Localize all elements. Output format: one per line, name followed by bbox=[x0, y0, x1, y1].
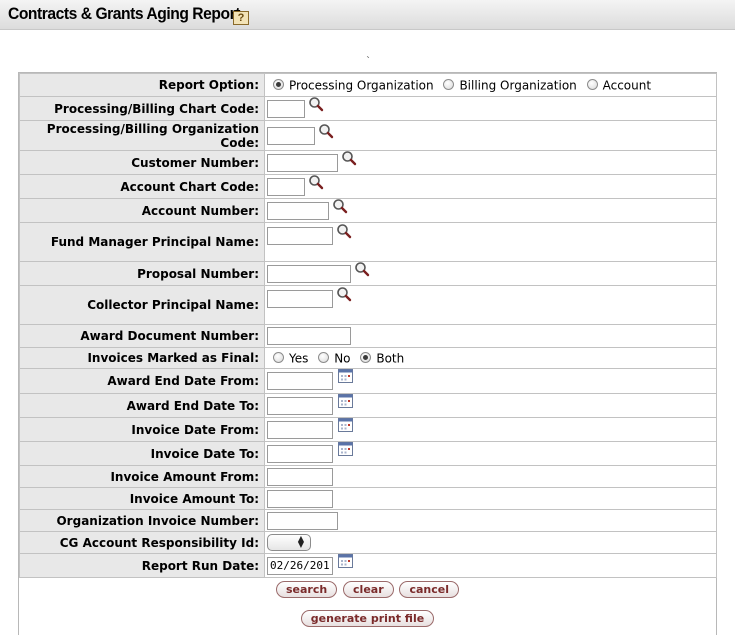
row-org-invoice-number: Organization Invoice Number: bbox=[19, 509, 717, 532]
calendar-icon[interactable] bbox=[338, 553, 353, 568]
row-invoice-amount-to: Invoice Amount To: bbox=[19, 487, 717, 510]
radio-billing-organization[interactable] bbox=[443, 78, 455, 90]
row-org-code: Processing/Billing Organization Code: bbox=[19, 120, 717, 151]
help-icon[interactable]: ? bbox=[233, 11, 249, 25]
row-report-option: Report Option: Processing Organization B… bbox=[19, 73, 717, 97]
radio-label-no: No bbox=[334, 351, 351, 366]
page-title: Contracts & Grants Aging Report bbox=[8, 4, 240, 23]
account-chart-code-input[interactable] bbox=[267, 177, 305, 196]
label-chart-code: Processing/Billing Chart Code: bbox=[19, 96, 265, 121]
radio-account[interactable] bbox=[586, 78, 598, 90]
label-collector: Collector Principal Name: bbox=[19, 285, 265, 325]
customer-number-input[interactable] bbox=[267, 153, 338, 172]
label-invoice-date-from: Invoice Date From: bbox=[19, 417, 265, 442]
org-code-input[interactable] bbox=[267, 126, 315, 145]
radio-label-yes: Yes bbox=[289, 351, 309, 366]
row-customer-number: Customer Number: bbox=[19, 150, 717, 175]
radio-label-processing-organization: Processing Organization bbox=[289, 78, 434, 93]
label-award-end-from: Award End Date From: bbox=[19, 368, 265, 394]
stray-mark: ` bbox=[366, 56, 371, 67]
calendar-icon[interactable] bbox=[338, 369, 353, 383]
label-proposal-number: Proposal Number: bbox=[19, 261, 265, 286]
action-buttons: search clear cancel bbox=[19, 578, 716, 608]
invoice-date-to-input[interactable] bbox=[267, 444, 333, 463]
label-report-option: Report Option: bbox=[19, 73, 265, 97]
calendar-icon[interactable] bbox=[338, 393, 353, 408]
radio-label-billing-organization: Billing Organization bbox=[459, 78, 577, 93]
lookup-icon[interactable] bbox=[308, 174, 324, 190]
report-run-date-input[interactable]: 02/26/201 bbox=[267, 556, 333, 575]
radio-final-both[interactable] bbox=[360, 351, 372, 363]
row-invoice-amount-from: Invoice Amount From: bbox=[19, 465, 717, 488]
account-number-input[interactable] bbox=[267, 201, 329, 220]
lookup-icon[interactable] bbox=[318, 123, 334, 139]
label-customer-number: Customer Number: bbox=[19, 150, 265, 175]
lookup-icon[interactable] bbox=[341, 150, 357, 166]
radio-final-no[interactable] bbox=[318, 351, 330, 363]
label-account-chart-code: Account Chart Code: bbox=[19, 174, 265, 199]
label-report-run-date: Report Run Date: bbox=[19, 553, 265, 578]
radio-processing-organization[interactable] bbox=[273, 78, 284, 90]
search-button[interactable]: search bbox=[275, 581, 338, 598]
radio-label-account: Account bbox=[602, 78, 652, 93]
row-proposal-number: Proposal Number: bbox=[19, 261, 717, 286]
label-invoice-amount-to: Invoice Amount To: bbox=[19, 487, 265, 510]
label-org-invoice-number: Organization Invoice Number: bbox=[19, 509, 265, 532]
label-org-code-line2: Code: bbox=[220, 135, 259, 150]
radio-final-yes[interactable] bbox=[273, 351, 284, 363]
org-invoice-number-input[interactable] bbox=[267, 511, 338, 530]
award-end-to-input[interactable] bbox=[267, 396, 333, 415]
title-bar: Contracts & Grants Aging Report ? bbox=[0, 0, 735, 30]
row-account-number: Account Number: bbox=[19, 198, 717, 223]
lookup-icon[interactable] bbox=[308, 96, 324, 112]
invoice-amount-from-input[interactable] bbox=[267, 467, 333, 486]
label-invoices-final: Invoices Marked as Final: bbox=[19, 347, 265, 369]
row-account-chart-code: Account Chart Code: bbox=[19, 174, 717, 199]
proposal-number-input[interactable] bbox=[267, 264, 351, 283]
award-end-from-input[interactable] bbox=[267, 372, 333, 390]
cancel-button[interactable]: cancel bbox=[399, 581, 459, 598]
row-award-doc-number: Award Document Number: bbox=[19, 324, 717, 348]
lookup-icon[interactable] bbox=[354, 261, 370, 277]
row-chart-code: Processing/Billing Chart Code: bbox=[19, 96, 717, 121]
label-fund-manager: Fund Manager Principal Name: bbox=[19, 222, 265, 262]
fund-manager-input[interactable] bbox=[267, 227, 333, 245]
calendar-icon[interactable] bbox=[338, 417, 353, 432]
label-award-doc-number: Award Document Number: bbox=[19, 324, 265, 348]
row-award-end-from: Award End Date From: bbox=[19, 368, 717, 394]
label-org-code-line1: Processing/Billing Organization bbox=[46, 121, 259, 136]
lookup-icon[interactable] bbox=[336, 286, 352, 302]
chart-code-input[interactable] bbox=[267, 99, 305, 118]
generate-print-file-button[interactable]: generate print file bbox=[300, 610, 435, 627]
row-award-end-to: Award End Date To: bbox=[19, 393, 717, 418]
label-org-code: Processing/Billing Organization Code: bbox=[19, 120, 265, 151]
radio-label-both: Both bbox=[376, 351, 405, 366]
cg-account-resp-select[interactable]: ▲ ▼ bbox=[267, 534, 311, 551]
clear-button[interactable]: clear bbox=[343, 581, 394, 598]
label-account-number: Account Number: bbox=[19, 198, 265, 223]
select-arrows-icon: ▲ ▼ bbox=[297, 534, 304, 549]
row-invoice-date-to: Invoice Date To: bbox=[19, 441, 717, 466]
row-invoices-final: Invoices Marked as Final: Yes No Both bbox=[19, 347, 717, 369]
report-form: Report Option: Processing Organization B… bbox=[18, 72, 717, 635]
row-collector: Collector Principal Name: bbox=[19, 285, 717, 325]
row-cg-account-resp: CG Account Responsibility Id: ▲ ▼ bbox=[19, 531, 717, 554]
report-form-table: Report Option: Processing Organization B… bbox=[19, 73, 717, 578]
print-button-row: generate print file bbox=[19, 608, 716, 627]
label-cg-account-resp: CG Account Responsibility Id: bbox=[19, 531, 265, 554]
collector-input[interactable] bbox=[267, 290, 333, 308]
row-report-run-date: Report Run Date: 02/26/201 bbox=[19, 553, 717, 578]
invoice-amount-to-input[interactable] bbox=[267, 489, 333, 508]
label-invoice-amount-from: Invoice Amount From: bbox=[19, 465, 265, 488]
row-fund-manager: Fund Manager Principal Name: bbox=[19, 222, 717, 262]
row-invoice-date-from: Invoice Date From: bbox=[19, 417, 717, 442]
lookup-icon[interactable] bbox=[332, 198, 348, 214]
calendar-icon[interactable] bbox=[338, 441, 353, 456]
invoice-date-from-input[interactable] bbox=[267, 420, 333, 439]
lookup-icon[interactable] bbox=[336, 223, 352, 239]
label-invoice-date-to: Invoice Date To: bbox=[19, 441, 265, 466]
label-award-end-to: Award End Date To: bbox=[19, 393, 265, 418]
award-doc-number-input[interactable] bbox=[267, 327, 351, 345]
